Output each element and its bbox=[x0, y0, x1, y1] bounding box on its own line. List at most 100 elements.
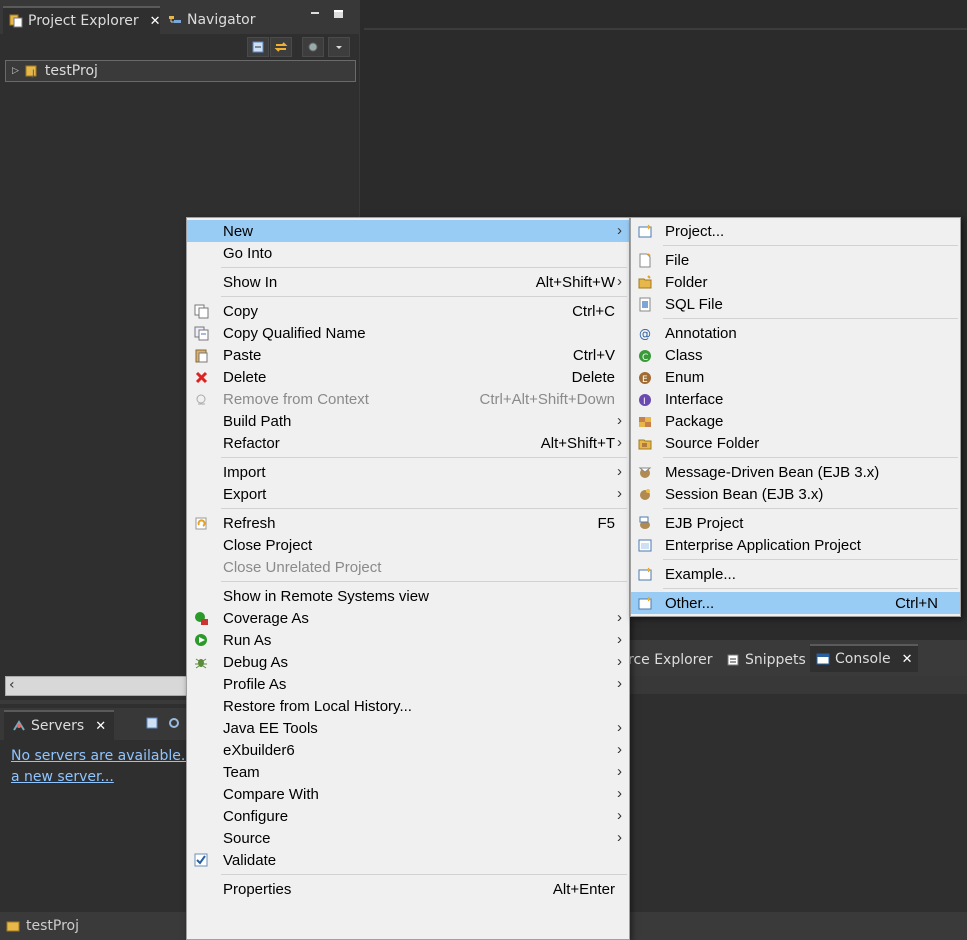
context-menu-item-validate[interactable]: Validate bbox=[187, 849, 629, 871]
menu-item-label: Message-Driven Bean (EJB 3.x) bbox=[665, 463, 880, 481]
link-with-editor-icon[interactable] bbox=[270, 37, 292, 57]
project-explorer-icon bbox=[9, 14, 23, 28]
submenu-arrow-icon: › bbox=[617, 763, 622, 780]
delete-icon bbox=[194, 370, 209, 385]
context-menu-item-profile-as[interactable]: Profile As › bbox=[187, 673, 629, 695]
navigator-icon bbox=[168, 13, 182, 27]
new-submenu-item-folder[interactable]: Folder bbox=[631, 271, 960, 293]
folder-icon bbox=[638, 275, 653, 290]
annotation-icon: @ bbox=[638, 326, 653, 341]
submenu-arrow-icon: › bbox=[617, 785, 622, 802]
submenu-arrow-icon: › bbox=[617, 463, 622, 480]
context-menu-item-delete[interactable]: Delete Delete bbox=[187, 366, 629, 388]
source-folder-icon bbox=[638, 436, 653, 451]
menu-item-label: Copy bbox=[223, 302, 259, 320]
new-submenu-item-source-folder[interactable]: Source Folder bbox=[631, 432, 960, 454]
context-menu-item-export[interactable]: Export › bbox=[187, 483, 629, 505]
context-menu-item-team[interactable]: Team › bbox=[187, 761, 629, 783]
tab-project-explorer[interactable]: Project Explorer ✕ bbox=[3, 6, 161, 34]
menu-item-label: Team bbox=[223, 763, 260, 781]
collapse-all-icon[interactable] bbox=[247, 37, 269, 57]
menu-item-label: Interface bbox=[665, 390, 724, 408]
context-menu-item-restore-from-local-history[interactable]: Restore from Local History... bbox=[187, 695, 629, 717]
context-menu-item-close-project[interactable]: Close Project bbox=[187, 534, 629, 556]
menu-item-label: Source bbox=[223, 829, 271, 847]
context-menu-item-run-as[interactable]: Run As › bbox=[187, 629, 629, 651]
tab-data-source-explorer[interactable]: rce Explorer bbox=[622, 646, 719, 674]
new-submenu-item-project[interactable]: Project... bbox=[631, 220, 960, 242]
submenu-arrow-icon: › bbox=[617, 829, 622, 846]
menu-separator bbox=[221, 581, 627, 582]
context-menu-item-import[interactable]: Import › bbox=[187, 461, 629, 483]
tree-item-testproj[interactable]: ▷ J testProj bbox=[5, 60, 356, 82]
new-submenu-item-annotation[interactable]: @ Annotation bbox=[631, 322, 960, 344]
context-menu-item-exbuilder6[interactable]: eXbuilder6 › bbox=[187, 739, 629, 761]
context-menu-item-new[interactable]: New › bbox=[187, 220, 629, 242]
new-submenu-item-enterprise-application-project[interactable]: Enterprise Application Project bbox=[631, 534, 960, 556]
checkbox-icon bbox=[194, 853, 209, 868]
context-menu-item-source[interactable]: Source › bbox=[187, 827, 629, 849]
expand-arrow-icon[interactable]: ▷ bbox=[12, 66, 19, 76]
context-menu-item-go-into[interactable]: Go Into bbox=[187, 242, 629, 264]
new-submenu-item-interface[interactable]: I Interface bbox=[631, 388, 960, 410]
new-submenu-item-package[interactable]: Package bbox=[631, 410, 960, 432]
ear-project-icon bbox=[638, 538, 653, 553]
menu-item-label: Java EE Tools bbox=[223, 719, 318, 737]
new-submenu-item-sql-file[interactable]: SQL File bbox=[631, 293, 960, 315]
new-submenu-item-ejb-project[interactable]: EJB Project bbox=[631, 512, 960, 534]
new-submenu-item-class[interactable]: C Class bbox=[631, 344, 960, 366]
new-submenu-item-file[interactable]: File bbox=[631, 249, 960, 271]
close-icon[interactable]: ✕ bbox=[95, 719, 106, 734]
new-submenu-item-example[interactable]: Example... bbox=[631, 563, 960, 585]
new-submenu-item-enum[interactable]: E Enum bbox=[631, 366, 960, 388]
run-icon bbox=[194, 633, 209, 648]
menu-item-label: Compare With bbox=[223, 785, 319, 803]
context-menu-item-copy[interactable]: Copy Ctrl+C bbox=[187, 300, 629, 322]
submenu-arrow-icon: › bbox=[617, 273, 622, 290]
maximize-icon[interactable] bbox=[334, 10, 343, 18]
servers-collapse-icon[interactable] bbox=[145, 716, 159, 734]
menu-item-label: New bbox=[223, 222, 254, 240]
submenu-arrow-icon: › bbox=[617, 609, 622, 626]
focus-task-icon[interactable] bbox=[302, 37, 324, 57]
context-menu-item-paste[interactable]: Paste Ctrl+V bbox=[187, 344, 629, 366]
submenu-arrow-icon: › bbox=[617, 434, 622, 451]
context-menu-item-build-path[interactable]: Build Path › bbox=[187, 410, 629, 432]
new-submenu-item-other[interactable]: Other... Ctrl+N bbox=[631, 592, 960, 614]
submenu-arrow-icon: › bbox=[617, 222, 622, 239]
context-menu-item-copy-qualified-name[interactable]: Copy Qualified Name bbox=[187, 322, 629, 344]
context-menu-item-coverage-as[interactable]: Coverage As › bbox=[187, 607, 629, 629]
close-icon[interactable]: ✕ bbox=[902, 652, 913, 667]
copy-qualified-icon bbox=[194, 326, 209, 341]
close-icon[interactable]: ✕ bbox=[150, 14, 161, 29]
context-menu-item-show-in-remote-systems-view[interactable]: Show in Remote Systems view bbox=[187, 585, 629, 607]
context-menu-item-debug-as[interactable]: Debug As › bbox=[187, 651, 629, 673]
debug-server-icon[interactable] bbox=[167, 716, 181, 734]
context-menu-item-java-ee-tools[interactable]: Java EE Tools › bbox=[187, 717, 629, 739]
scroll-left-icon[interactable]: ‹ bbox=[9, 677, 15, 693]
context-menu-item-properties[interactable]: Properties Alt+Enter bbox=[187, 878, 629, 900]
menu-item-label: Other... bbox=[665, 594, 715, 612]
view-menu-icon[interactable] bbox=[328, 37, 350, 57]
tree-item-label: testProj bbox=[44, 63, 98, 79]
new-submenu: Project... File Folder SQL File @ Annotation C… bbox=[630, 217, 961, 617]
menu-item-label: Refresh bbox=[223, 514, 276, 532]
submenu-arrow-icon: › bbox=[617, 412, 622, 429]
new-submenu-item-session-bean-ejb-3-x[interactable]: Session Bean (EJB 3.x) bbox=[631, 483, 960, 505]
context-menu-item-configure[interactable]: Configure › bbox=[187, 805, 629, 827]
tab-console[interactable]: Console ✕ bbox=[810, 644, 919, 672]
new-submenu-item-message-driven-bean-ejb-3-x[interactable]: Message-Driven Bean (EJB 3.x) bbox=[631, 461, 960, 483]
menu-item-label: Properties bbox=[223, 880, 292, 898]
tab-servers[interactable]: Servers ✕ bbox=[4, 710, 115, 740]
tab-label: Navigator bbox=[187, 12, 256, 28]
context-menu-item-show-in[interactable]: Show In Alt+Shift+W › bbox=[187, 271, 629, 293]
tab-snippets[interactable]: Snippets bbox=[720, 646, 812, 674]
menu-item-label: Enum bbox=[665, 368, 705, 386]
context-menu-item-refactor[interactable]: Refactor Alt+Shift+T › bbox=[187, 432, 629, 454]
minimize-icon[interactable] bbox=[311, 12, 319, 14]
tab-navigator[interactable]: Navigator bbox=[162, 6, 262, 34]
context-menu-item-refresh[interactable]: Refresh F5 bbox=[187, 512, 629, 534]
menu-separator bbox=[221, 296, 627, 297]
enum-icon: E bbox=[638, 370, 653, 385]
context-menu-item-compare-with[interactable]: Compare With › bbox=[187, 783, 629, 805]
